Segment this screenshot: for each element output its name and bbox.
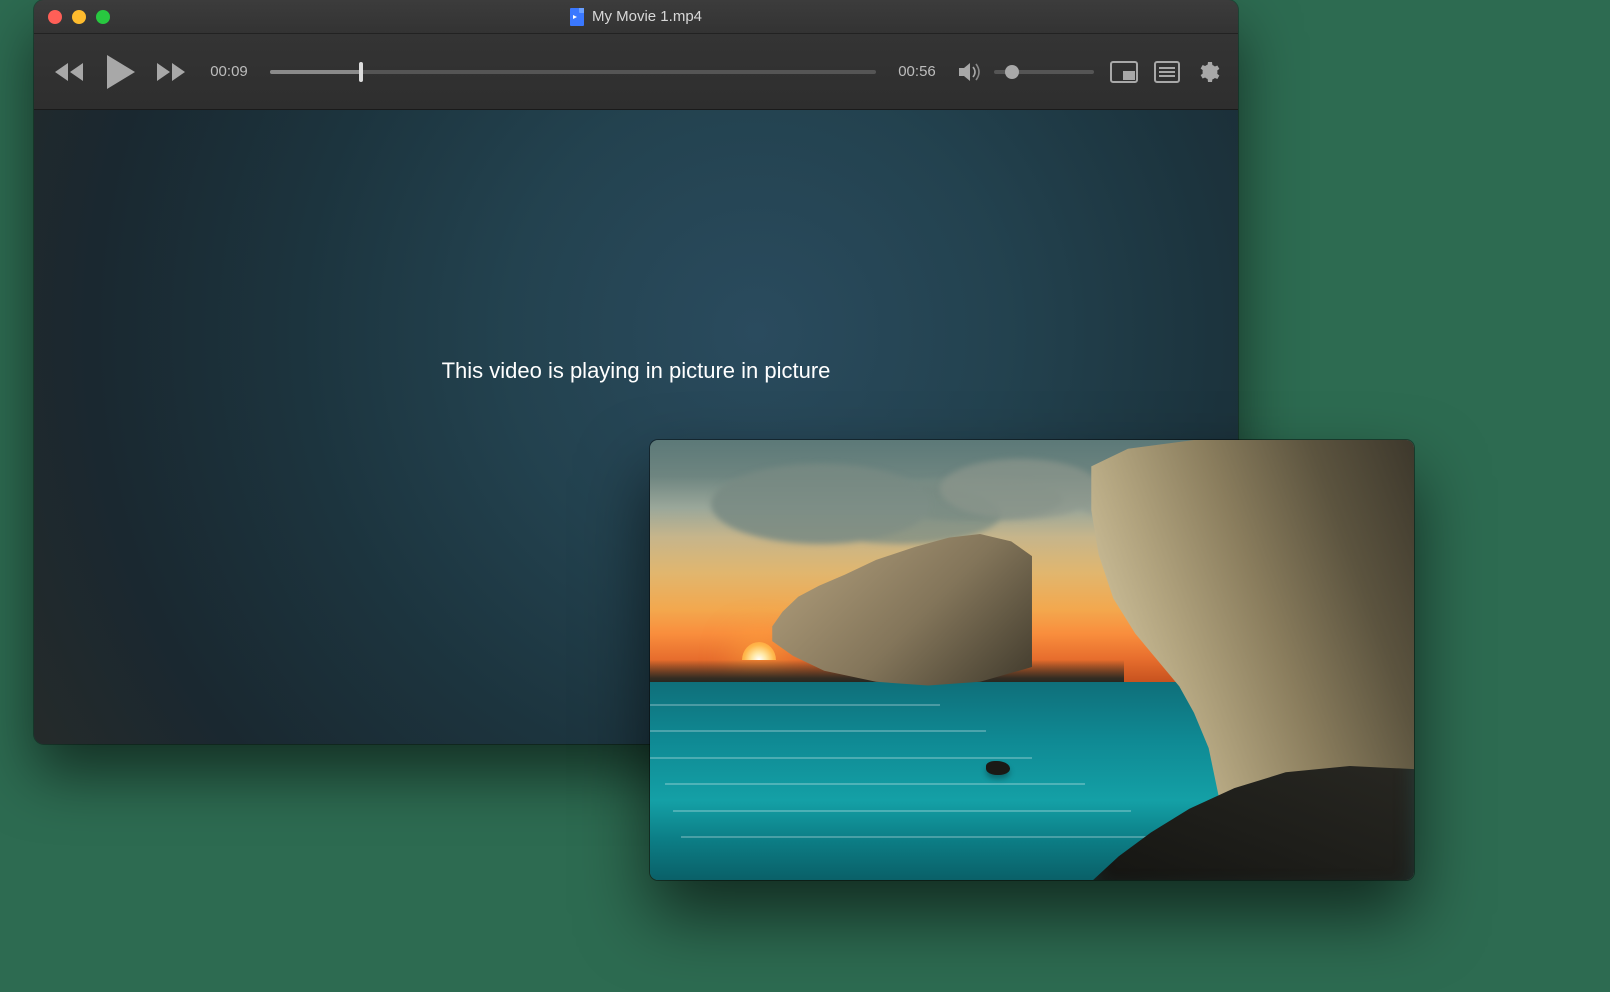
right-controls (958, 60, 1220, 84)
pip-video-content (650, 440, 1414, 880)
pip-floating-window[interactable] (650, 440, 1414, 880)
rewind-button[interactable] (52, 60, 86, 84)
total-time: 00:56 (892, 63, 942, 80)
play-button[interactable] (100, 53, 140, 91)
minimize-window-button[interactable] (72, 10, 86, 24)
playback-controls-bar: 00:09 00:56 (34, 34, 1238, 110)
settings-button[interactable] (1196, 60, 1220, 84)
window-controls (34, 10, 110, 24)
seek-track[interactable] (270, 70, 876, 74)
window-title-group: My Movie 1.mp4 (34, 8, 1238, 26)
volume-slider[interactable] (994, 70, 1094, 74)
fast-forward-button[interactable] (154, 60, 188, 84)
video-file-icon (570, 8, 584, 26)
volume-control (958, 61, 1094, 83)
maximize-window-button[interactable] (96, 10, 110, 24)
volume-thumb[interactable] (1005, 65, 1019, 79)
close-window-button[interactable] (48, 10, 62, 24)
elapsed-time: 00:09 (204, 63, 254, 80)
seek-thumb[interactable] (359, 62, 363, 82)
rewind-icon (52, 60, 86, 84)
picture-in-picture-icon (1110, 61, 1138, 83)
window-title: My Movie 1.mp4 (592, 8, 702, 25)
gear-icon (1196, 60, 1220, 84)
playlist-button[interactable] (1154, 61, 1180, 83)
playlist-icon (1154, 61, 1180, 83)
picture-in-picture-button[interactable] (1110, 61, 1138, 83)
speaker-icon (958, 61, 984, 83)
seek-bar[interactable] (270, 70, 876, 74)
fast-forward-icon (154, 60, 188, 84)
titlebar[interactable]: My Movie 1.mp4 (34, 0, 1238, 34)
pip-status-message: This video is playing in picture in pict… (442, 358, 831, 384)
play-icon (103, 53, 137, 91)
seek-fill (270, 70, 361, 74)
transport-controls (52, 53, 188, 91)
volume-button[interactable] (958, 61, 984, 83)
